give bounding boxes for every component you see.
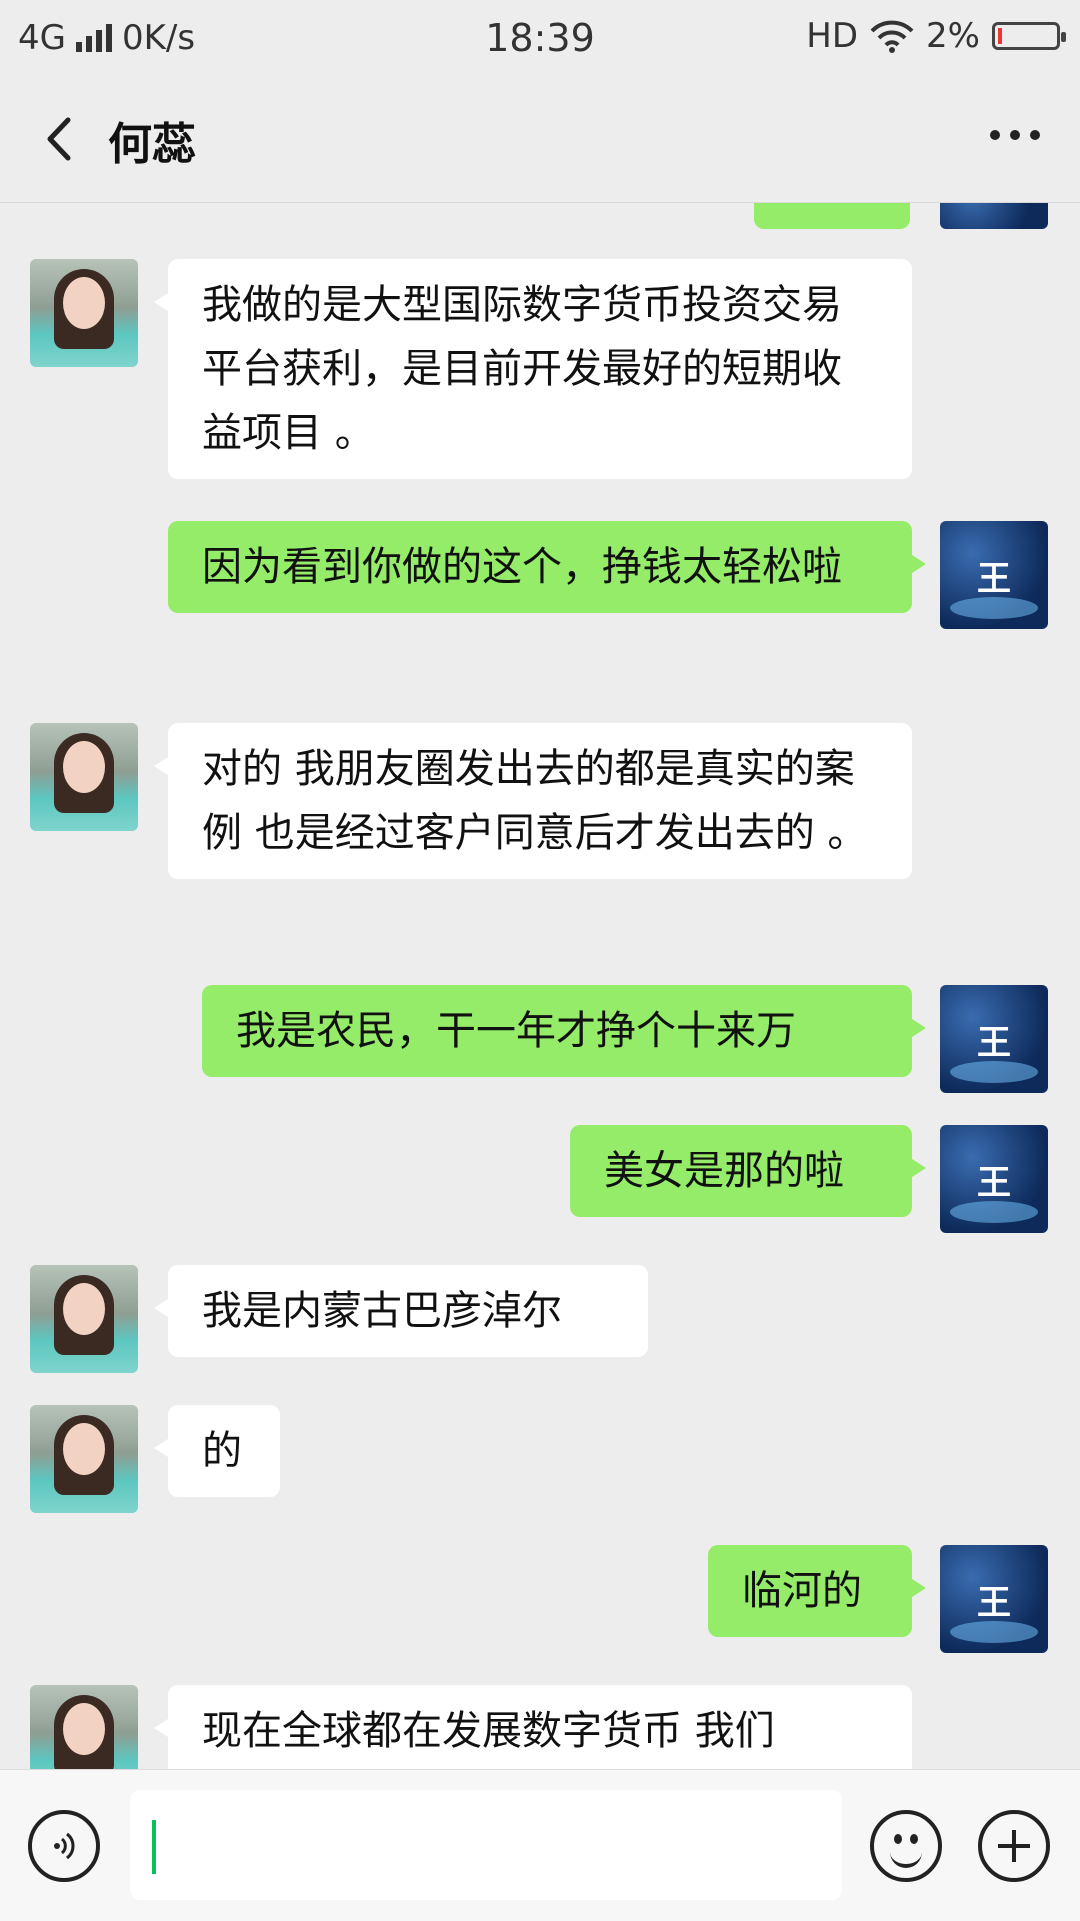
message-bubble-received[interactable]: 的 — [154, 1405, 280, 1497]
input-bar — [0, 1769, 1080, 1921]
previous-message-bubble — [754, 203, 910, 229]
message-bubble-received[interactable]: 我做的是大型国际数字货币投资交易平台获利，是目前开发最好的短期收益项目 。 — [154, 259, 912, 479]
voice-icon[interactable] — [28, 1810, 100, 1882]
message-bubble-received[interactable]: 我是内蒙古巴彦淖尔 — [154, 1265, 648, 1357]
back-arrow-icon[interactable] — [34, 112, 88, 166]
my-avatar[interactable]: 王 — [940, 521, 1048, 629]
chat-header: 何蕊 — [0, 78, 1080, 203]
message-bubble-sent[interactable]: 临河的 — [708, 1545, 926, 1637]
plus-icon[interactable] — [978, 1810, 1050, 1882]
my-avatar-label: 王 — [977, 1023, 1011, 1063]
message-bubble-sent[interactable]: 美女是那的啦 — [570, 1125, 926, 1217]
text-caret — [152, 1820, 156, 1874]
contact-avatar[interactable] — [30, 1685, 138, 1769]
my-avatar-label: 王 — [977, 1163, 1011, 1203]
message-bubble-received[interactable]: 现在全球都在发展数字货币 我们 — [154, 1685, 912, 1769]
wifi-icon — [870, 20, 914, 53]
battery-percent: 2% — [926, 16, 980, 56]
message-input[interactable] — [130, 1790, 842, 1900]
chat-title: 何蕊 — [108, 119, 196, 170]
message-bubble-sent[interactable]: 因为看到你做的这个，挣钱太轻松啦 — [168, 521, 926, 613]
my-avatar[interactable]: 王 — [940, 1545, 1048, 1653]
my-avatar[interactable] — [940, 203, 1048, 229]
emoji-icon[interactable] — [870, 1810, 942, 1882]
contact-avatar[interactable] — [30, 723, 138, 831]
status-bar: 4G 0K/s 18:39 HD 2% — [0, 0, 1080, 78]
chat-messages[interactable]: 我做的是大型国际数字货币投资交易平台获利，是目前开发最好的短期收益项目 。 王 … — [0, 203, 1080, 1769]
message-bubble-sent[interactable]: 我是农民，干一年才挣个十来万 — [202, 985, 926, 1077]
my-avatar-label: 王 — [977, 559, 1011, 599]
my-avatar-label: 王 — [977, 1583, 1011, 1623]
my-avatar[interactable]: 王 — [940, 1125, 1048, 1233]
contact-avatar[interactable] — [30, 1265, 138, 1373]
voice-wave-icon — [54, 1832, 75, 1860]
contact-avatar[interactable] — [30, 259, 138, 367]
contact-avatar[interactable] — [30, 1405, 138, 1513]
battery-icon — [992, 22, 1066, 50]
my-avatar[interactable]: 王 — [940, 985, 1048, 1093]
status-right: HD 2% — [806, 16, 1066, 56]
more-options-icon[interactable] — [980, 120, 1050, 150]
message-bubble-received[interactable]: 对的 我朋友圈发出去的都是真实的案例 也是经过客户同意后才发出去的 。 — [154, 723, 912, 879]
hd-indicator: HD — [806, 16, 859, 56]
